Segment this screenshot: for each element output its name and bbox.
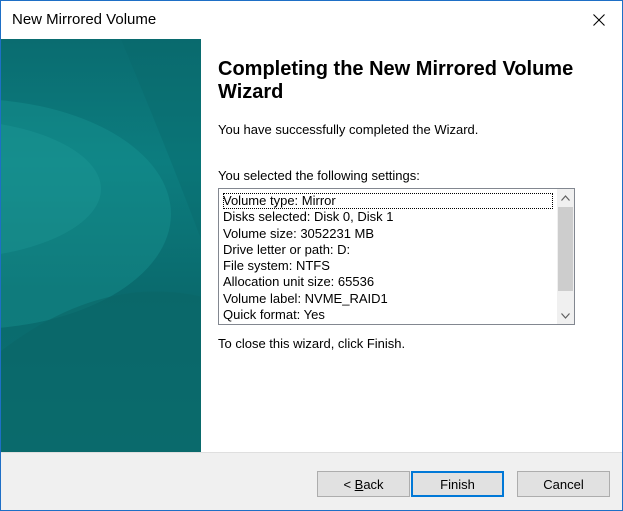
back-button-label: ack bbox=[363, 476, 384, 492]
back-button-prefix: < bbox=[343, 476, 355, 492]
settings-line-file-system: File system: NTFS bbox=[223, 258, 330, 274]
settings-label: You selected the following settings: bbox=[218, 168, 420, 183]
page-heading: Completing the New Mirrored Volume Wizar… bbox=[218, 58, 574, 103]
cancel-button[interactable]: Cancel bbox=[517, 471, 610, 497]
success-message: You have successfully completed the Wiza… bbox=[218, 122, 479, 137]
chevron-down-icon bbox=[561, 312, 570, 319]
scroll-thumb[interactable] bbox=[558, 207, 573, 291]
settings-line-volume-label: Volume label: NVME_RAID1 bbox=[223, 290, 388, 306]
scroll-up-button[interactable] bbox=[557, 189, 574, 206]
settings-line-quick-format: Quick format: Yes bbox=[223, 307, 325, 323]
settings-line-volume-type: Volume type: Mirror bbox=[223, 193, 553, 210]
wizard-content: Completing the New Mirrored Volume Wizar… bbox=[202, 39, 622, 452]
close-instruction: To close this wizard, click Finish. bbox=[218, 336, 406, 351]
finish-button[interactable]: Finish bbox=[411, 471, 504, 497]
button-bar: < Back Finish Cancel bbox=[1, 452, 622, 510]
settings-line-allocation-unit: Allocation unit size: 65536 bbox=[223, 274, 375, 290]
close-button[interactable] bbox=[576, 1, 622, 39]
title-bar: New Mirrored Volume bbox=[1, 1, 622, 39]
settings-line-volume-size: Volume size: 3052231 MB bbox=[223, 225, 375, 241]
scroll-down-button[interactable] bbox=[557, 307, 574, 324]
close-icon bbox=[593, 14, 605, 26]
settings-list: Volume type: Mirror Disks selected: Disk… bbox=[223, 193, 553, 323]
settings-summary-box[interactable]: Volume type: Mirror Disks selected: Disk… bbox=[218, 188, 575, 325]
settings-line-drive-letter: Drive letter or path: D: bbox=[223, 241, 351, 257]
settings-line-disks: Disks selected: Disk 0, Disk 1 bbox=[223, 209, 394, 225]
wizard-banner-image bbox=[1, 39, 201, 452]
vertical-scrollbar[interactable] bbox=[557, 189, 574, 324]
chevron-up-icon bbox=[561, 194, 570, 201]
back-button-mnemonic: B bbox=[354, 476, 364, 492]
wizard-window: New Mirrored Volume Completing the New M… bbox=[0, 0, 623, 511]
back-button[interactable]: < Back bbox=[317, 471, 410, 497]
window-title: New Mirrored Volume bbox=[12, 11, 157, 28]
